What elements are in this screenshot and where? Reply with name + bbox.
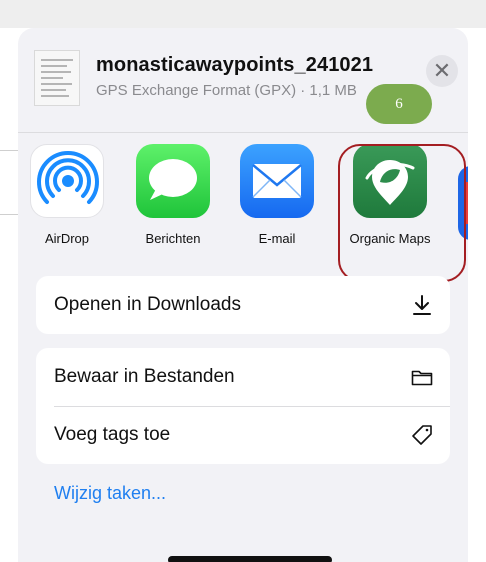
action-save-to-files[interactable]: Bewaar in Bestanden	[36, 348, 450, 406]
backdrop-top	[0, 0, 486, 28]
file-meta: GPS Exchange Format (GPX) · 1,1 MB	[96, 82, 357, 99]
highlight-frame	[338, 144, 466, 282]
step-badge: 6	[366, 84, 432, 124]
action-label: Voeg tags toe	[54, 424, 171, 445]
action-add-tags[interactable]: Voeg tags toe	[36, 406, 450, 464]
download-icon	[413, 295, 431, 315]
app-label: Berichten	[145, 231, 201, 246]
close-button[interactable]: ✕	[426, 55, 458, 87]
background-divider	[0, 214, 20, 215]
action-label: Openen in Downloads	[54, 294, 241, 315]
background-divider	[0, 150, 20, 151]
mail-icon	[240, 144, 314, 218]
share-header: monasticawaypoints_241021 GPS Exchange F…	[18, 28, 468, 128]
app-mail[interactable]: E-mail	[234, 144, 320, 246]
messages-icon	[136, 144, 210, 218]
home-indicator	[168, 556, 332, 562]
action-label: Bewaar in Bestanden	[54, 366, 235, 387]
share-sheet: monasticawaypoints_241021 GPS Exchange F…	[18, 28, 468, 562]
app-airdrop[interactable]: AirDrop	[24, 144, 110, 246]
edit-actions-link[interactable]: Wijzig taken...	[54, 483, 166, 504]
action-card-downloads: Openen in Downloads	[36, 276, 450, 334]
app-label: E-mail	[258, 231, 296, 246]
file-thumbnail	[34, 50, 80, 106]
folder-icon	[411, 370, 433, 386]
header-divider	[18, 132, 468, 133]
app-messages[interactable]: Berichten	[130, 144, 216, 246]
action-open-in-downloads[interactable]: Openen in Downloads	[36, 276, 450, 334]
action-card-files: Bewaar in Bestanden Voeg tags toe	[36, 348, 450, 464]
close-icon: ✕	[432, 58, 452, 83]
app-label: AirDrop	[44, 231, 90, 246]
airdrop-icon	[30, 144, 104, 218]
tag-icon	[412, 425, 432, 445]
file-name: monasticawaypoints_241021	[96, 54, 374, 76]
